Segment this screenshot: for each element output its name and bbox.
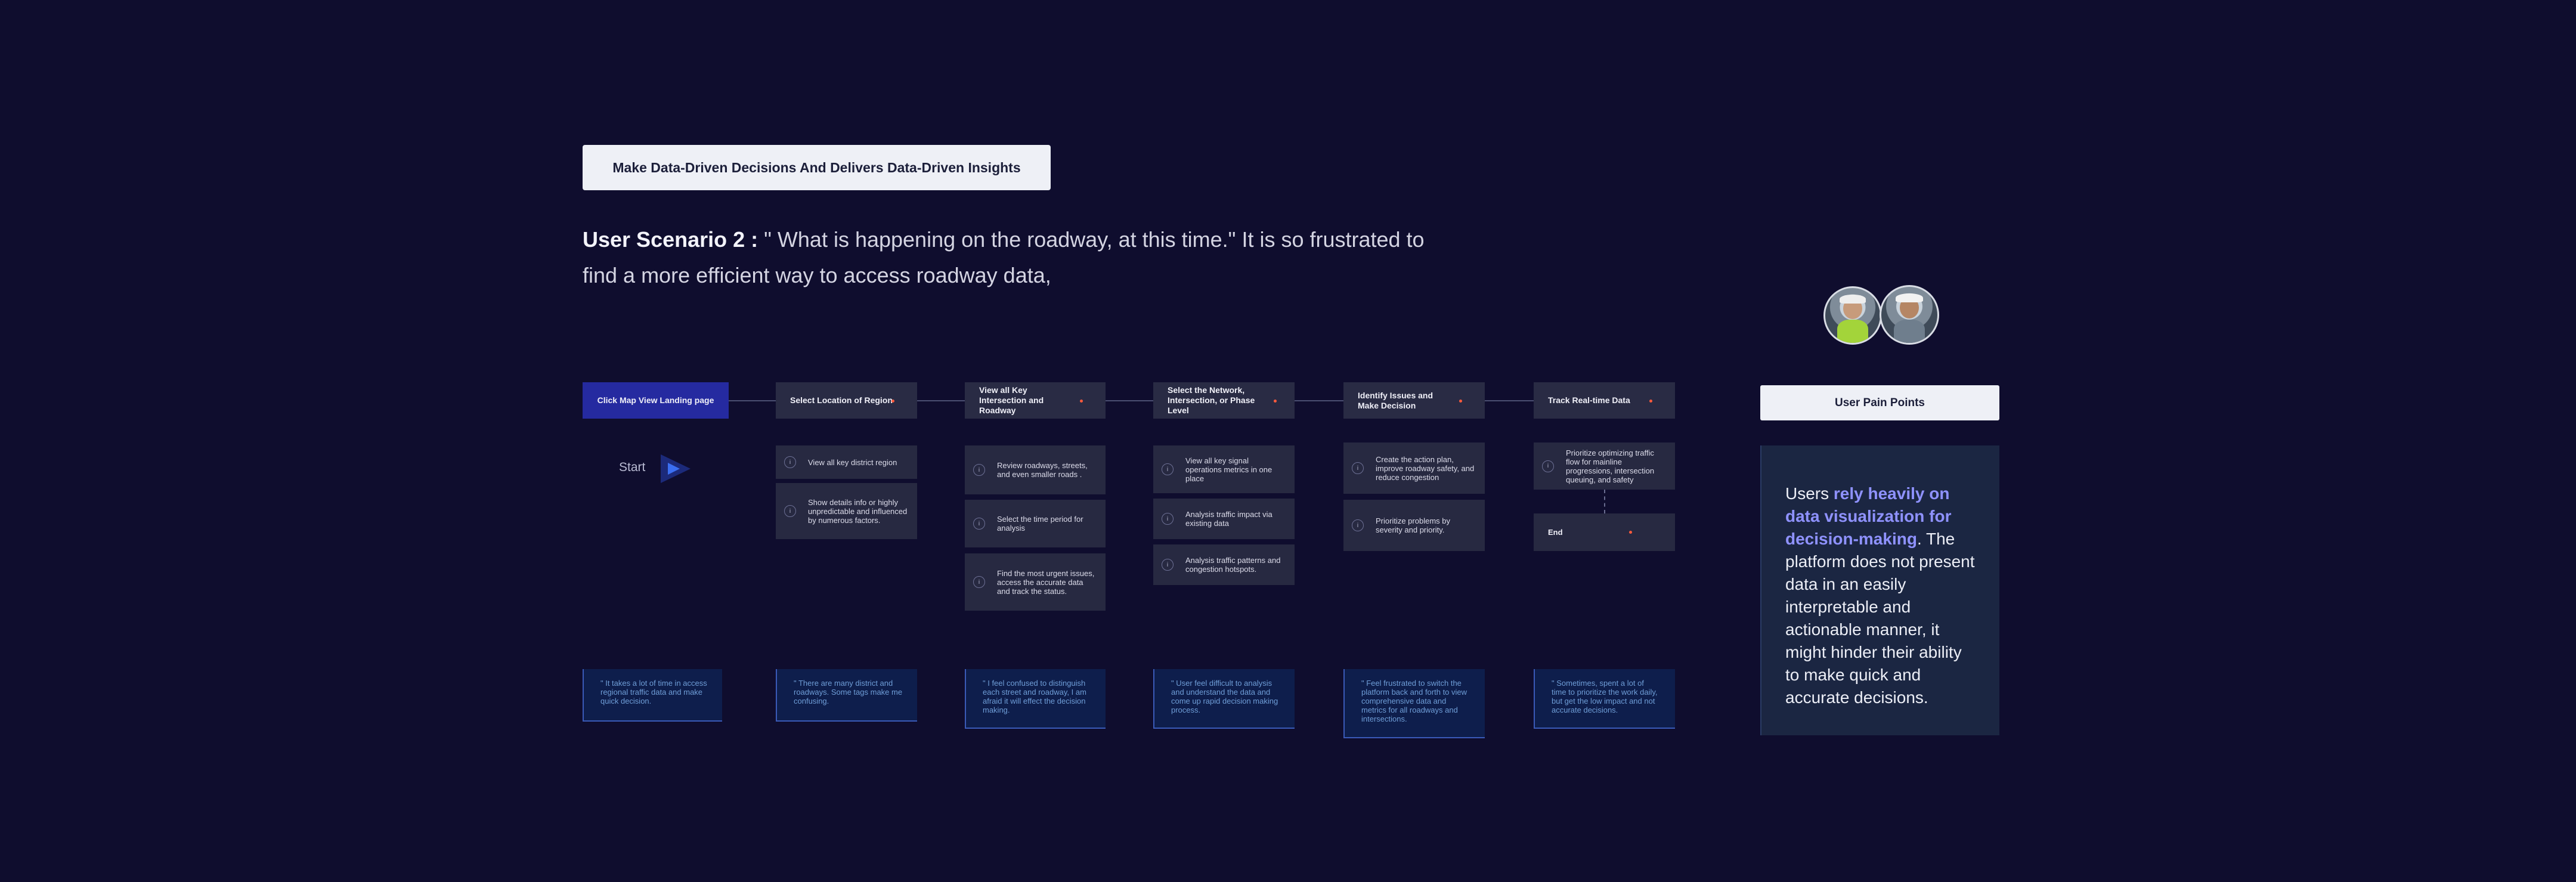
end-label: End <box>1548 528 1563 537</box>
step-item[interactable]: i Select the time period for analysis <box>965 500 1106 547</box>
dashed-connector <box>1604 490 1605 513</box>
status-dot <box>891 400 894 403</box>
scenario-label: User Scenario 2 : <box>583 227 758 252</box>
info-icon: i <box>973 518 985 530</box>
status-dot <box>1274 400 1277 403</box>
stage-label: Select Location of Region <box>790 395 893 405</box>
step-item[interactable]: i Find the most urgent issues, access the… <box>965 553 1106 611</box>
user-quote: " Sometimes, spent a lot of time to prio… <box>1534 669 1675 729</box>
user-scenario: User Scenario 2 : " What is happening on… <box>583 222 1435 293</box>
step-item[interactable]: i View all key signal operations metrics … <box>1153 445 1295 493</box>
info-icon: i <box>1162 513 1174 525</box>
step-text: View all key signal operations metrics i… <box>1185 456 1272 483</box>
status-dot <box>1459 400 1462 403</box>
info-icon: i <box>1542 460 1554 472</box>
stage-map-view-landing[interactable]: Click Map View Landing page <box>583 382 729 419</box>
step-text: Prioritize optimizing traffic flow for m… <box>1566 448 1655 484</box>
status-dot <box>1649 400 1652 403</box>
user-quote: " It takes a lot of time in access regio… <box>583 669 722 722</box>
info-icon: i <box>1162 463 1174 475</box>
user-quote: " I feel confused to distinguish each st… <box>965 669 1106 729</box>
stage-label: Identify Issues and Make Decision <box>1358 390 1433 410</box>
pain-points-body: Users rely heavily on data visualization… <box>1760 445 1999 735</box>
info-icon: i <box>784 456 796 468</box>
info-icon: i <box>1352 519 1364 531</box>
play-arrow-icon <box>661 454 691 483</box>
pain-points-title: User Pain Points <box>1760 385 1999 420</box>
info-icon: i <box>784 505 796 517</box>
step-item[interactable]: i Create the action plan, improve roadway… <box>1343 442 1485 494</box>
step-text: Prioritize problems by severity and prio… <box>1376 516 1450 534</box>
step-text: Show details info or highly unpredictabl… <box>808 497 908 525</box>
step-text: Analysis traffic impact via existing dat… <box>1185 510 1272 528</box>
info-icon: i <box>1352 462 1364 474</box>
step-text: Find the most urgent issues, access the … <box>997 568 1095 596</box>
step-item[interactable]: i Review roadways, streets, and even smal… <box>965 445 1106 494</box>
stage-label: Track Real-time Data <box>1548 395 1630 405</box>
step-text: Create the action plan, improve roadway … <box>1376 454 1475 482</box>
status-dot <box>1629 531 1632 534</box>
start-label: Start <box>619 460 646 474</box>
avatar-engineer <box>1823 286 1882 345</box>
status-dot <box>1080 400 1083 403</box>
step-end[interactable]: End <box>1534 513 1675 551</box>
user-quote: " There are many district and roadways. … <box>776 669 917 722</box>
stage-identify-issues[interactable]: Identify Issues and Make Decision <box>1343 382 1485 419</box>
stage-label: View all Key Intersection and Roadway <box>979 385 1044 415</box>
info-icon: i <box>973 464 985 476</box>
stage-select-network[interactable]: Select the Network, Intersection, or Pha… <box>1153 382 1295 419</box>
info-icon: i <box>1162 559 1174 571</box>
step-text: Select the time period for analysis <box>997 515 1083 533</box>
section-title-badge: Make Data-Driven Decisions And Delivers … <box>583 145 1051 190</box>
avatar-worker <box>1880 285 1939 345</box>
step-item[interactable]: i Analysis traffic impact via existing da… <box>1153 499 1295 539</box>
step-text: View all key district region <box>808 457 897 467</box>
stage-view-intersection[interactable]: View all Key Intersection and Roadway <box>965 382 1106 419</box>
pain-lead: Users <box>1785 484 1834 503</box>
step-item[interactable]: i View all key district region <box>776 445 917 479</box>
step-text: Review roadways, streets, and even small… <box>997 461 1088 479</box>
stage-label: Select the Network, Intersection, or Pha… <box>1168 385 1255 415</box>
step-item[interactable]: i Analysis traffic patterns and congestio… <box>1153 544 1295 585</box>
user-quote: " User feel difficult to analysis and un… <box>1153 669 1295 729</box>
step-text: Analysis traffic patterns and congestion… <box>1185 556 1281 574</box>
user-quote: " Feel frustrated to switch the platform… <box>1343 669 1485 738</box>
pain-rest: . The platform does not present data in … <box>1785 530 1975 707</box>
stage-track-realtime[interactable]: Track Real-time Data <box>1534 382 1675 419</box>
stage-select-region[interactable]: Select Location of Region <box>776 382 917 419</box>
step-item[interactable]: i Prioritize problems by severity and pri… <box>1343 500 1485 551</box>
step-item[interactable]: i Prioritize optimizing traffic flow for … <box>1534 442 1675 490</box>
info-icon: i <box>973 576 985 588</box>
step-item[interactable]: i Show details info or highly unpredictab… <box>776 483 917 539</box>
